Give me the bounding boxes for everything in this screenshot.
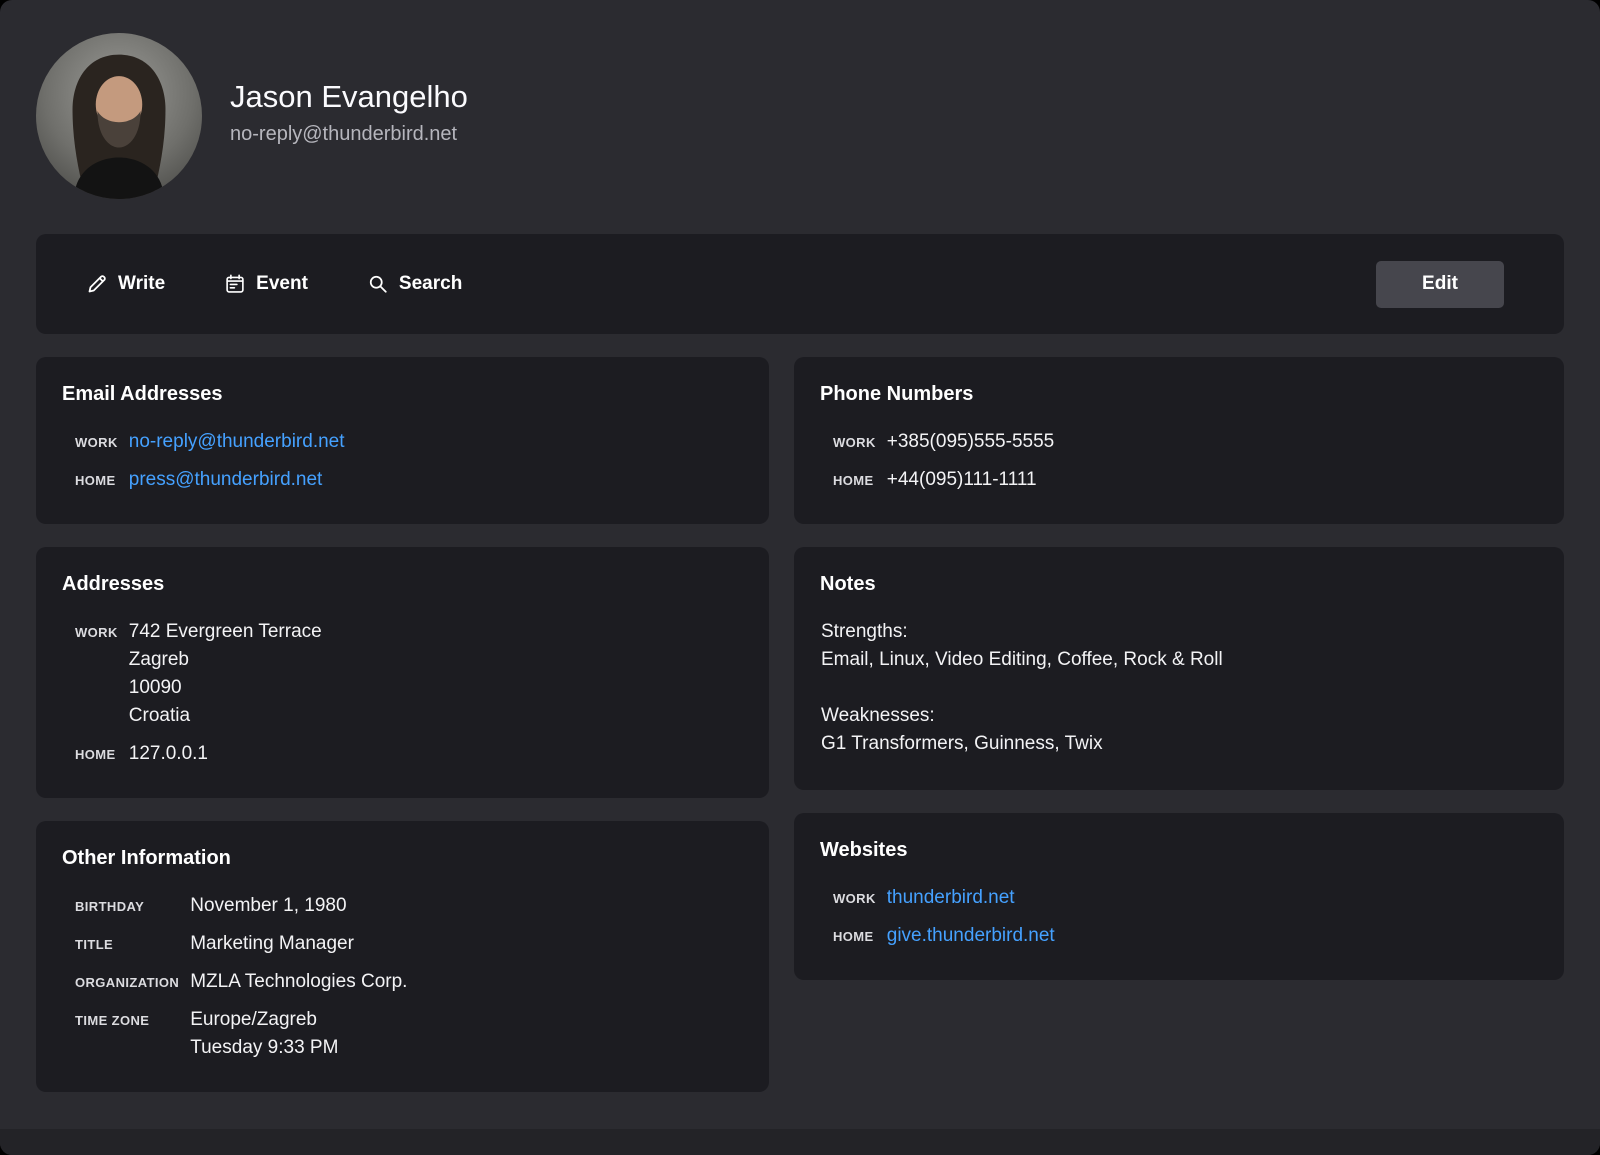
avatar [36, 33, 202, 199]
address-line: 127.0.0.1 [129, 740, 743, 768]
field-value: no-reply@thunderbird.net [129, 428, 743, 456]
home-website-link[interactable]: give.thunderbird.net [887, 925, 1055, 946]
field-label-birthday: BIRTHDAY [75, 899, 179, 914]
work-phone-value: +385(095)555-5555 [887, 428, 1538, 456]
address-line: 742 Evergreen Terrace [129, 618, 743, 646]
work-address-value: 742 Evergreen Terrace Zagreb 10090 Croat… [129, 618, 743, 730]
contact-primary-email: no-reply@thunderbird.net [230, 123, 468, 146]
field-label-title: TITLE [75, 937, 179, 952]
other-information-card: Other Information BIRTHDAY November 1, 1… [36, 821, 769, 1092]
value-line: MZLA Technologies Corp. [190, 968, 743, 996]
home-phone-value: +44(095)111-1111 [887, 466, 1538, 494]
card-title-notes: Notes [820, 573, 1538, 596]
address-line: Zagreb [129, 646, 743, 674]
address-line: Croatia [129, 702, 743, 730]
website-rows: WORK thunderbird.net HOME give.thunderbi… [833, 884, 1538, 950]
address-line: 10090 [129, 674, 743, 702]
contact-toolbar: Write Event [36, 234, 1564, 334]
notes-card: Notes Strengths: Email, Linux, Video Edi… [794, 547, 1564, 790]
card-columns: Email Addresses WORK no-reply@thunderbir… [0, 357, 1600, 1092]
notes-paragraph: Strengths: Email, Linux, Video Editing, … [821, 618, 1538, 674]
address-rows: WORK 742 Evergreen Terrace Zagreb 10090 … [75, 618, 743, 768]
card-title-email: Email Addresses [62, 383, 743, 406]
event-button[interactable]: Event [223, 267, 310, 301]
field-label-home: HOME [75, 747, 118, 762]
pencil-icon [87, 274, 107, 294]
field-value: thunderbird.net [887, 884, 1538, 912]
email-addresses-card: Email Addresses WORK no-reply@thunderbir… [36, 357, 769, 524]
window-bottom-edge [0, 1129, 1600, 1155]
phone-rows: WORK +385(095)555-5555 HOME +44(095)111-… [833, 428, 1538, 494]
home-email-link[interactable]: press@thunderbird.net [129, 469, 323, 490]
field-label-timezone: TIME ZONE [75, 1013, 179, 1028]
field-value: press@thunderbird.net [129, 466, 743, 494]
work-email-link[interactable]: no-reply@thunderbird.net [129, 431, 345, 452]
field-value: give.thunderbird.net [887, 922, 1538, 950]
addresses-card: Addresses WORK 742 Evergreen Terrace Zag… [36, 547, 769, 798]
field-label-work: WORK [75, 435, 118, 450]
search-button[interactable]: Search [366, 267, 464, 301]
field-label-organization: ORGANIZATION [75, 975, 179, 990]
value-line: Europe/Zagreb [190, 1006, 743, 1034]
note-line: G1 Transformers, Guinness, Twix [821, 730, 1538, 758]
other-info-rows: BIRTHDAY November 1, 1980 TITLE Marketin… [75, 892, 743, 1062]
field-label-home: HOME [75, 473, 118, 488]
note-line: Weaknesses: [821, 702, 1538, 730]
calendar-icon [225, 274, 245, 294]
search-icon [368, 274, 388, 294]
card-title-other: Other Information [62, 847, 743, 870]
timezone-value: Europe/Zagreb Tuesday 9:33 PM [190, 1006, 743, 1062]
edit-button[interactable]: Edit [1376, 261, 1504, 308]
contact-name: Jason Evangelho [230, 80, 468, 114]
note-line: Email, Linux, Video Editing, Coffee, Roc… [821, 646, 1538, 674]
work-website-link[interactable]: thunderbird.net [887, 887, 1015, 908]
right-column: Phone Numbers WORK +385(095)555-5555 HOM… [794, 357, 1564, 980]
contact-details-pane: Jason Evangelho no-reply@thunderbird.net… [0, 0, 1600, 1129]
field-label-work: WORK [833, 891, 876, 906]
field-label-work: WORK [75, 625, 118, 640]
field-label-home: HOME [833, 929, 876, 944]
card-title-addresses: Addresses [62, 573, 743, 596]
field-label-work: WORK [833, 435, 876, 450]
event-label: Event [256, 273, 308, 295]
contact-header: Jason Evangelho no-reply@thunderbird.net [0, 0, 1600, 199]
title-value: Marketing Manager [190, 930, 743, 958]
notes-body: Strengths: Email, Linux, Video Editing, … [821, 618, 1538, 758]
card-title-phone: Phone Numbers [820, 383, 1538, 406]
avatar-photo [36, 33, 202, 199]
notes-paragraph: Weaknesses: G1 Transformers, Guinness, T… [821, 702, 1538, 758]
value-line: Tuesday 9:33 PM [190, 1034, 743, 1062]
websites-card: Websites WORK thunderbird.net HOME give.… [794, 813, 1564, 980]
phone-numbers-card: Phone Numbers WORK +385(095)555-5555 HOM… [794, 357, 1564, 524]
birthday-value: November 1, 1980 [190, 892, 743, 920]
contact-details-window: Jason Evangelho no-reply@thunderbird.net… [0, 0, 1600, 1155]
value-line: November 1, 1980 [190, 892, 743, 920]
home-address-value: 127.0.0.1 [129, 740, 743, 768]
write-button[interactable]: Write [85, 267, 167, 301]
search-label: Search [399, 273, 462, 295]
write-label: Write [118, 273, 165, 295]
toolbar-actions: Write Event [85, 267, 464, 301]
organization-value: MZLA Technologies Corp. [190, 968, 743, 996]
card-title-websites: Websites [820, 839, 1538, 862]
email-rows: WORK no-reply@thunderbird.net HOME press… [75, 428, 743, 494]
contact-identity: Jason Evangelho no-reply@thunderbird.net [230, 80, 468, 152]
field-label-home: HOME [833, 473, 876, 488]
left-column: Email Addresses WORK no-reply@thunderbir… [36, 357, 769, 1092]
value-line: Marketing Manager [190, 930, 743, 958]
note-line: Strengths: [821, 618, 1538, 646]
